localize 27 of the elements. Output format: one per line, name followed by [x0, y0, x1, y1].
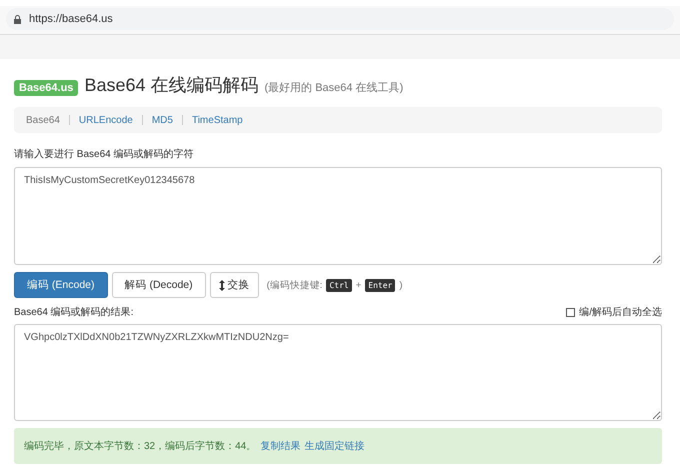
swap-icon [218, 280, 225, 290]
nav-link[interactable]: TimeStamp [192, 114, 243, 126]
site-badge: Base64.us [14, 80, 78, 96]
plus-sign: + [356, 280, 362, 290]
decode-button[interactable]: 解码 (Decode) [112, 272, 206, 298]
auto-select-checkbox[interactable] [566, 308, 576, 316]
input-label: 请输入要进行 Base64 编码或解码的字符 [14, 148, 194, 161]
closing-paren: ) [399, 280, 403, 290]
input-textarea[interactable]: ThisIsMyCustomSecretKey012345678 [14, 167, 662, 265]
output-textarea[interactable]: VGhpc0lzTXlDdXN0b21TZWNyZXRLZXkwMTIzNDU2Nzg= [14, 324, 662, 421]
page-title: Base64 在线编码解码 [84, 74, 258, 97]
lock-icon [14, 14, 21, 24]
status-link[interactable]: 生成固定链接 [304, 439, 364, 453]
page-subtitle: (最好用的 Base64 在线工具) [264, 81, 404, 95]
nav-link[interactable]: URLEncode [78, 114, 133, 126]
swap-button[interactable]: 交换 [210, 272, 259, 298]
shortcut-hint: (编码快捷键: [266, 278, 322, 292]
key-badge: Ctrl [326, 278, 352, 292]
checkbox-label: 编/解码后自动全选 [579, 306, 662, 319]
output-label: Base64 编码或解码的结果: [14, 306, 134, 319]
status-message: 编码完毕，原文本字节数：32，编码后字节数：44。 [24, 440, 256, 453]
status-link[interactable]: 复制结果 [260, 439, 300, 453]
key-badge: Enter [365, 278, 396, 292]
nav-link[interactable]: Base64 [26, 114, 60, 126]
encode-button[interactable]: 编码 (Encode) [14, 272, 108, 298]
nav-link[interactable]: MD5 [152, 114, 173, 126]
url-field[interactable]: https://base64.us [6, 8, 674, 30]
